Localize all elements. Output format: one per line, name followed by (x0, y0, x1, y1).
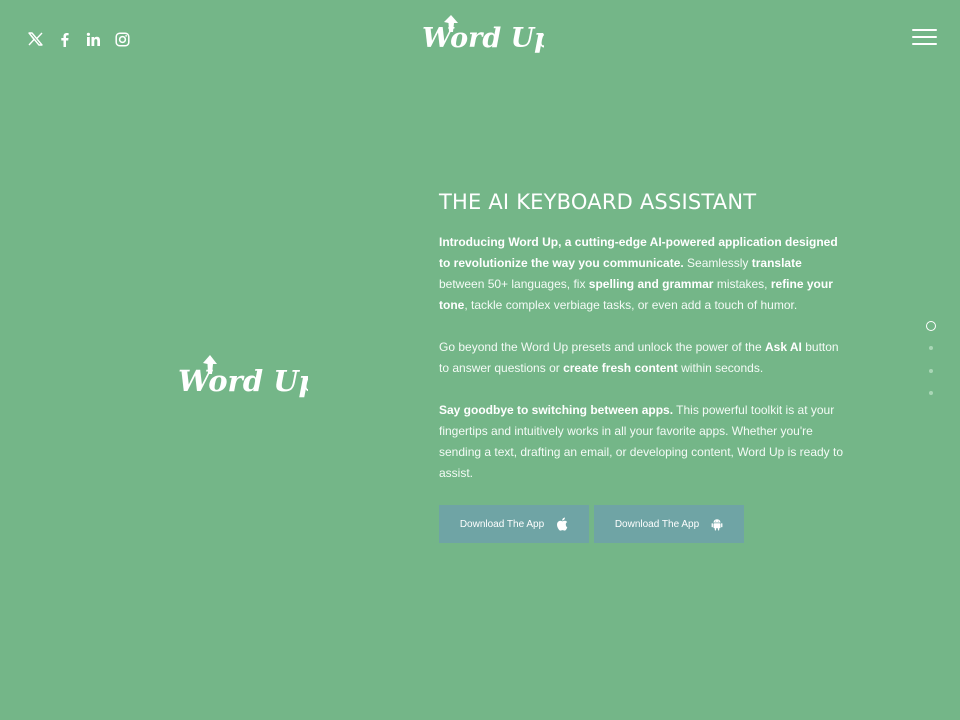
social-links (26, 28, 131, 50)
section-dot-active[interactable] (926, 321, 936, 331)
download-android-label: Download The App (614, 518, 700, 530)
section-dot[interactable] (929, 391, 933, 395)
hero-logo-text: Word Up (178, 364, 308, 398)
facebook-icon[interactable] (55, 28, 73, 50)
site-header: Word Up (0, 0, 960, 78)
page-title: THE AI KEYBOARD ASSISTANT (439, 190, 757, 214)
apps-bold-1: Say goodbye to switching between apps. (439, 403, 674, 417)
download-ios-label: Download The App (459, 518, 545, 530)
download-buttons: Download The App Download The App (439, 505, 849, 543)
intro-paragraph: Introducing Word Up, a cutting-edge AI-p… (439, 232, 849, 316)
ask-ai-bold-1: Ask AI (764, 340, 802, 354)
section-dot[interactable] (929, 369, 933, 373)
logo-text: Word Up (422, 23, 544, 54)
intro-bold-2: translate (751, 256, 802, 270)
apple-icon (556, 517, 568, 531)
hamburger-menu-icon[interactable] (912, 28, 938, 48)
site-logo[interactable]: Word Up (420, 14, 553, 58)
ask-ai-paragraph: Go beyond the Word Up presets and unlock… (439, 337, 849, 379)
apps-paragraph: Say goodbye to switching between apps. T… (439, 400, 849, 484)
ask-ai-bold-2: create fresh content (563, 361, 678, 375)
intro-bold-3: spelling and grammar (588, 277, 714, 291)
section-dot[interactable] (929, 346, 933, 350)
download-android-button[interactable]: Download The App (594, 505, 744, 543)
intro-text-2: between 50+ languages, fix (439, 277, 589, 291)
intro-text-1: Seamlessly (683, 256, 752, 270)
intro-text-3: mistakes, (713, 277, 771, 291)
linkedin-icon[interactable] (84, 28, 102, 50)
download-ios-button[interactable]: Download The App (439, 505, 589, 543)
android-icon (711, 517, 723, 531)
hero-content: THE AI KEYBOARD ASSISTANT Introducing Wo… (439, 190, 849, 543)
intro-text-4: , tackle complex verbiage tasks, or even… (464, 298, 798, 312)
x-twitter-icon[interactable] (26, 28, 44, 50)
instagram-icon[interactable] (113, 28, 131, 50)
ask-ai-text-1: Go beyond the Word Up presets and unlock… (439, 340, 765, 354)
ask-ai-text-3: within seconds. (677, 361, 764, 375)
hero-logo: Word Up (176, 354, 319, 402)
